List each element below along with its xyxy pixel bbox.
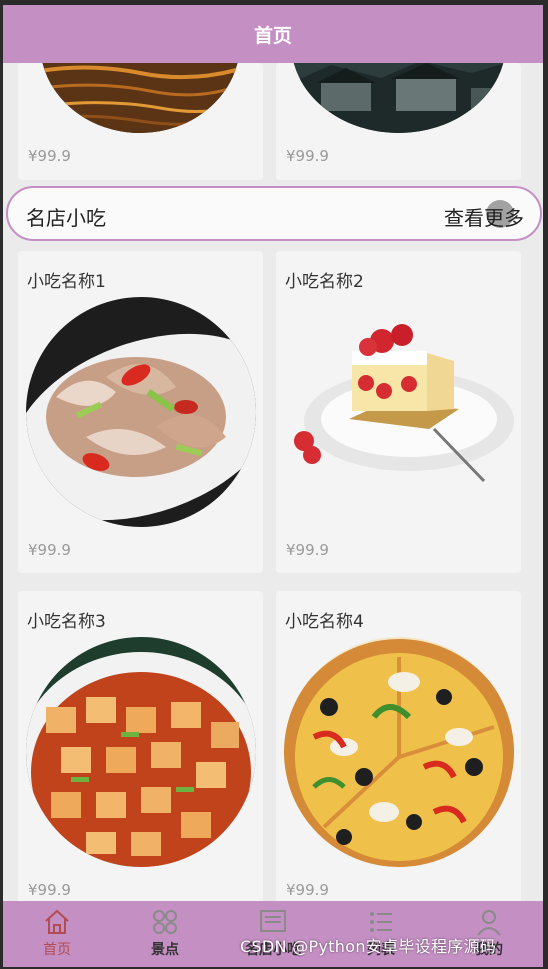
mapo-tofu-image	[26, 637, 256, 867]
snack-card[interactable]: 小吃名称4 ¥99.9	[276, 591, 521, 901]
phone-screen: 首页 ¥99.9 ¥99.9 名店小吃 查看更多 小吃名称1 ¥99.9 小吃名…	[3, 5, 543, 967]
view-more-link[interactable]: 查看更多	[444, 202, 524, 231]
snack-name: 小吃名称1	[27, 272, 106, 292]
home-icon	[45, 909, 69, 934]
top-card[interactable]: ¥99.9	[18, 63, 263, 180]
section-title: 名店小吃	[26, 206, 106, 230]
snack-card[interactable]: 小吃名称2 ¥99.9	[276, 251, 521, 573]
snack-price: ¥99.9	[28, 881, 71, 899]
snack-card[interactable]: 小吃名称1 ¥99.9	[18, 251, 263, 573]
top-card-price: ¥99.9	[28, 147, 71, 165]
snack-price: ¥99.9	[286, 881, 329, 899]
grid-icon	[153, 910, 177, 934]
snack-price: ¥99.9	[28, 541, 71, 559]
csdn-watermark: CSDN @Python安卓毕设程序源码	[240, 937, 497, 956]
app-header: 首页	[3, 5, 543, 63]
tab-label: 景点	[151, 942, 179, 958]
tab-attractions[interactable]: 景点	[111, 901, 219, 967]
tab-label: 首页	[43, 942, 71, 958]
top-card-price: ¥99.9	[286, 147, 329, 165]
home-content[interactable]: ¥99.9 ¥99.9 名店小吃 查看更多 小吃名称1 ¥99.9 小吃名称2 …	[3, 63, 543, 901]
tab-home[interactable]: 首页	[3, 901, 111, 967]
snack-card[interactable]: 小吃名称3 ¥99.9	[18, 591, 263, 901]
old-town-roofs-image	[291, 63, 506, 133]
section-header-snacks: 名店小吃 查看更多	[6, 186, 542, 241]
squid-dish-image	[26, 297, 256, 527]
snack-name: 小吃名称3	[27, 612, 106, 632]
sunset-water-image	[40, 63, 240, 133]
snack-price: ¥99.9	[286, 541, 329, 559]
snack-name: 小吃名称4	[285, 612, 364, 632]
top-card[interactable]: ¥99.9	[276, 63, 521, 180]
strawberry-cake-image	[284, 311, 514, 501]
pizza-image	[284, 637, 514, 867]
page-title: 首页	[253, 24, 292, 47]
snack-name: 小吃名称2	[285, 272, 364, 292]
